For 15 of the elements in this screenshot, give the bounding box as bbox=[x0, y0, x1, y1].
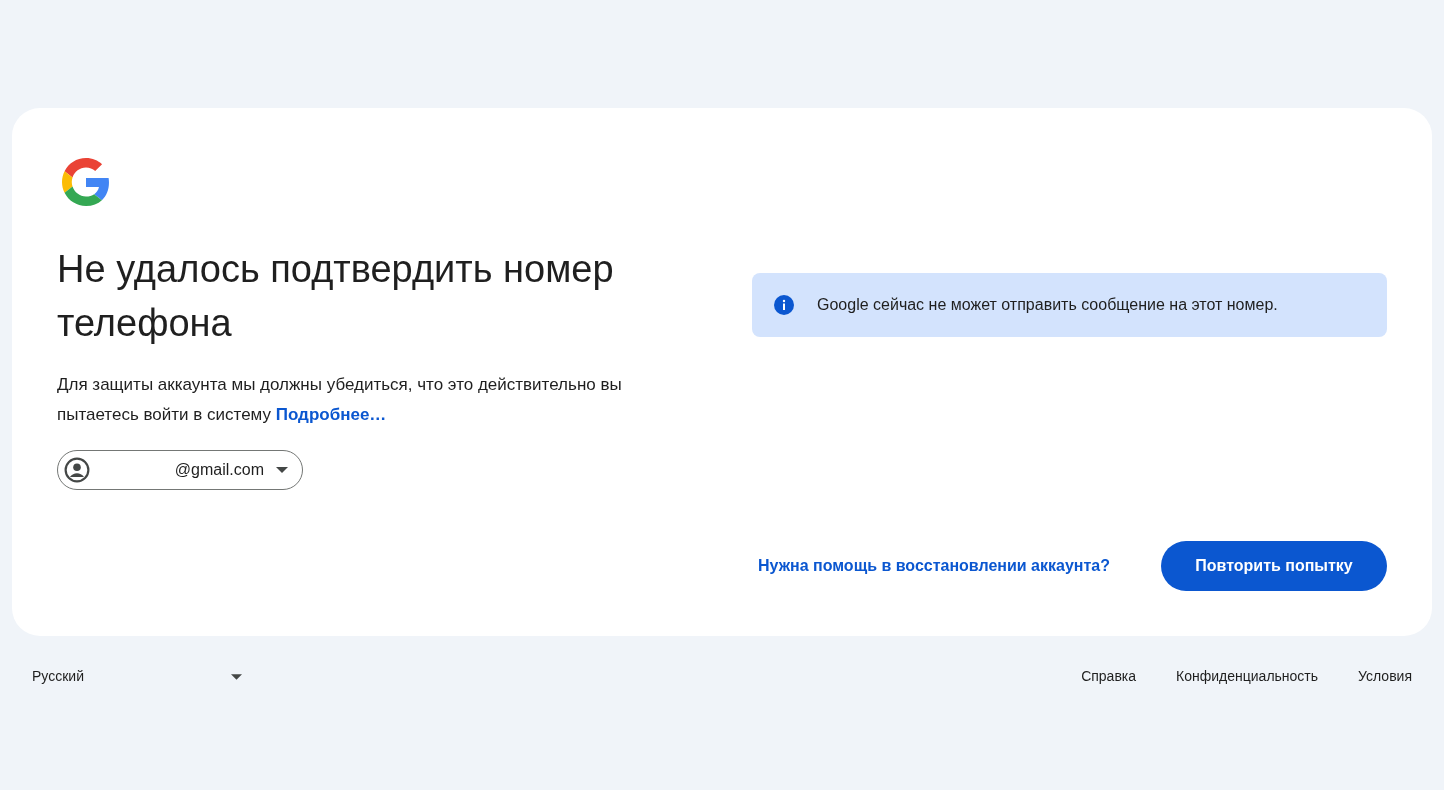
footer-link[interactable]: Условия bbox=[1358, 666, 1412, 687]
caret-icon bbox=[276, 467, 288, 473]
learn-more-link[interactable]: Подробнее… bbox=[275, 405, 387, 424]
retry-button[interactable]: Повторить попытку bbox=[1161, 541, 1387, 591]
page-heading: Не удалось подтвердить номер телефона bbox=[57, 247, 615, 346]
info-message: Google сейчас не может отправить сообщение на этот номер. bbox=[817, 295, 1278, 315]
account-icon bbox=[64, 457, 90, 483]
footer-link[interactable]: Справка bbox=[1081, 666, 1137, 687]
footer-link[interactable]: Конфиденциальность bbox=[1176, 666, 1319, 687]
caret-icon bbox=[231, 673, 242, 680]
recovery-link[interactable]: Нужна помощь в восстановлении аккаунта? bbox=[758, 554, 1110, 578]
info-icon bbox=[774, 295, 794, 315]
language-selector[interactable]: Русский bbox=[32, 666, 242, 687]
google-logo-icon bbox=[62, 158, 110, 206]
description-text: Для защиты аккаунта мы должны убедиться, что это действительно вы пытаетесь войти в систему Подробнее… bbox=[57, 374, 623, 426]
